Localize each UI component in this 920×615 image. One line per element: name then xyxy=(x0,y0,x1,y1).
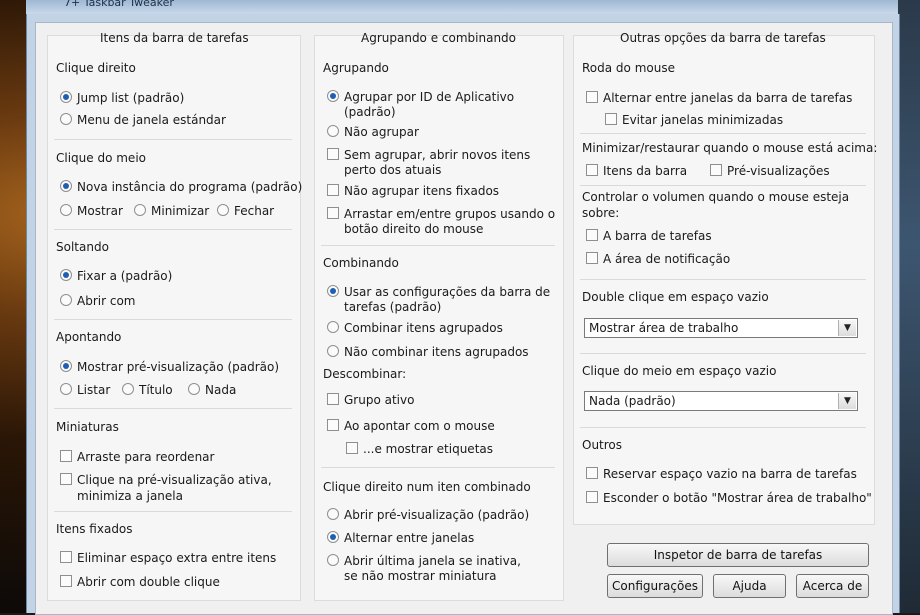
checkbox-icon xyxy=(605,113,617,125)
separator xyxy=(580,353,866,354)
separator xyxy=(54,319,292,320)
section-double-clique: Double clique em espaço vazio xyxy=(582,290,769,304)
column-title-taskbar-items: Itens da barra de tarefas xyxy=(100,31,249,45)
separator xyxy=(54,511,292,512)
radio-on-icon xyxy=(60,91,72,103)
separator xyxy=(54,229,292,230)
checkbox-icon xyxy=(327,207,339,219)
separator xyxy=(580,279,866,280)
radio-off-icon xyxy=(60,204,72,216)
separator xyxy=(321,467,555,468)
client-area: Itens da barra de tarefas Clique direito… xyxy=(35,22,893,615)
separator xyxy=(54,139,292,140)
radio-off-icon xyxy=(60,383,72,395)
double-clique-dropdown[interactable]: Mostrar área de trabalho ▼ xyxy=(584,318,858,338)
checkbox-icon xyxy=(60,450,72,462)
section-combinando: Combinando xyxy=(323,256,399,270)
checkbox-icon xyxy=(586,229,598,241)
clique-meio-dropdown[interactable]: Nada (padrão) ▼ xyxy=(584,391,858,411)
section-clique-direito: Clique direito xyxy=(56,61,136,75)
section-volume-label1: Controlar o volumen quando o mouse estej… xyxy=(582,190,850,204)
ajuda-button[interactable]: Ajuda xyxy=(713,574,786,598)
title-bar[interactable]: 7+ Taskbar Tweaker xyxy=(26,0,898,15)
acerca-button[interactable]: Acerca de xyxy=(796,574,869,598)
checkbox-icon xyxy=(710,164,722,176)
section-outros: Outros xyxy=(582,438,623,452)
radio-on-icon xyxy=(60,180,72,192)
chevron-down-icon[interactable]: ▼ xyxy=(838,393,856,409)
section-itens-fixados: Itens fixados xyxy=(56,522,133,536)
section-clique-meio: Clique do meio xyxy=(56,151,146,165)
section-roda-mouse: Roda do mouse xyxy=(582,61,675,75)
checkbox-icon xyxy=(586,491,598,503)
checkbox-icon xyxy=(60,551,72,563)
checkbox-icon xyxy=(586,164,598,176)
chevron-down-icon[interactable]: ▼ xyxy=(838,320,856,336)
section-agrupando: Agrupando xyxy=(323,61,389,75)
section-clique-direito-combinado: Clique direito num iten combinado xyxy=(323,480,531,494)
separator xyxy=(54,408,292,409)
separator xyxy=(580,133,866,134)
section-clique-meio-vazio: Clique do meio em espaço vazio xyxy=(582,364,777,378)
radio-off-icon xyxy=(327,345,339,357)
window-title: 7+ Taskbar Tweaker xyxy=(64,0,174,9)
configuracoes-button[interactable]: Configurações xyxy=(607,574,703,598)
checkbox-icon xyxy=(327,148,339,160)
radio-off-icon xyxy=(327,125,339,137)
radio-off-icon xyxy=(122,383,134,395)
section-miniaturas: Miniaturas xyxy=(56,420,119,434)
dropdown-value: Mostrar área de trabalho xyxy=(589,321,739,335)
section-apontando: Apontando xyxy=(56,330,122,344)
checkbox-icon xyxy=(327,184,339,196)
checkbox-icon xyxy=(60,575,72,587)
radio-on-icon xyxy=(327,285,339,297)
radio-on-icon xyxy=(327,531,339,543)
column-title-other-options: Outras opções da barra de tarefas xyxy=(620,31,826,45)
radio-off-icon xyxy=(60,294,72,306)
dropdown-value: Nada (padrão) xyxy=(589,394,676,408)
checkbox-icon xyxy=(327,393,339,405)
column-title-grouping: Agrupando e combinando xyxy=(361,31,517,45)
checkbox-icon xyxy=(327,419,339,431)
inspetor-button[interactable]: Inspetor de barra de tarefas xyxy=(607,543,869,567)
section-minimizar-restaurar: Minimizar/restaurar quando o mouse está … xyxy=(582,141,878,155)
radio-on-icon xyxy=(327,90,339,102)
radio-off-icon xyxy=(327,321,339,333)
radio-off-icon xyxy=(327,554,339,566)
app-window: Itens da barra de tarefas Clique direito… xyxy=(26,14,900,615)
radio-off-icon xyxy=(60,113,72,125)
radio-off-icon xyxy=(134,204,146,216)
section-soltando: Soltando xyxy=(56,240,109,254)
radio-on-icon xyxy=(60,269,72,281)
radio-on-icon xyxy=(60,360,72,372)
section-volume-label2: sobre: xyxy=(582,206,620,220)
separator xyxy=(580,185,866,186)
checkbox-icon xyxy=(586,91,598,103)
radio-off-icon xyxy=(188,383,200,395)
radio-off-icon xyxy=(327,508,339,520)
checkbox-icon xyxy=(586,467,598,479)
checkbox-icon xyxy=(586,252,598,264)
checkbox-icon xyxy=(60,473,72,485)
separator xyxy=(321,245,555,246)
checkbox-icon xyxy=(346,442,358,454)
radio-off-icon xyxy=(217,204,229,216)
separator xyxy=(580,427,866,428)
section-descombinar: Descombinar: xyxy=(323,367,407,381)
